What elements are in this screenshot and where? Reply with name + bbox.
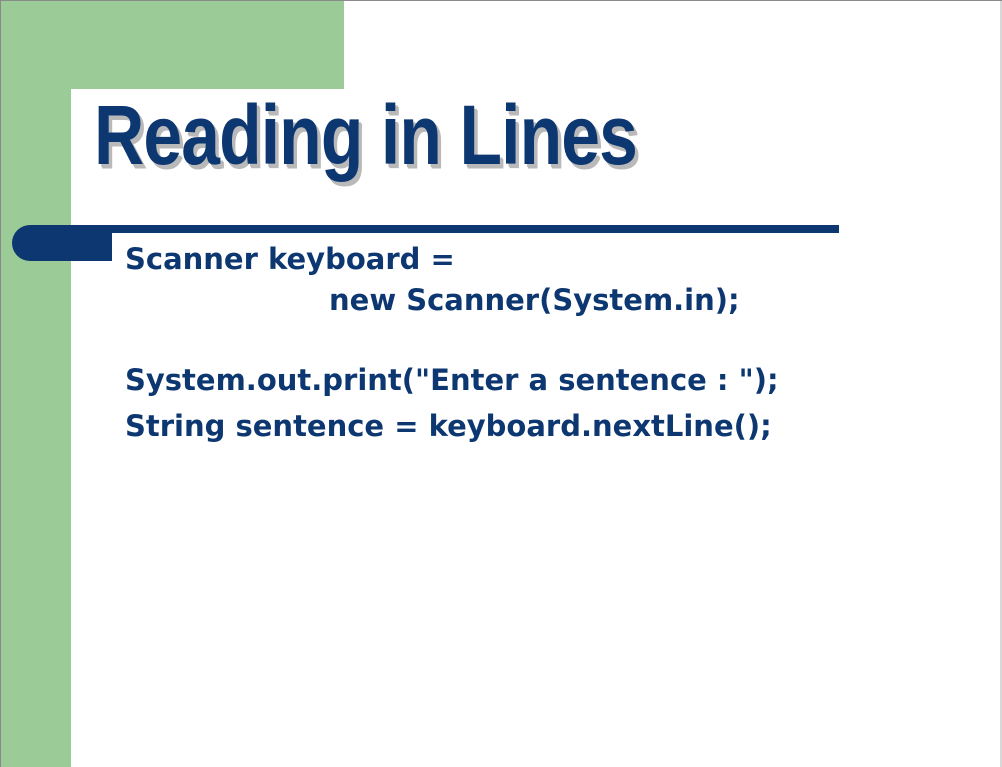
slide-title: Reading in Lines xyxy=(94,87,638,183)
code-line-4: String sentence = keyboard.nextLine(); xyxy=(125,409,772,443)
code-line-3: System.out.print("Enter a sentence : "); xyxy=(125,363,779,397)
code-line-2: new Scanner(System.in); xyxy=(329,283,740,317)
title-rule xyxy=(56,225,839,233)
code-line-1: Scanner keyboard = xyxy=(125,242,455,276)
slide: Reading in Lines Scanner keyboard = new … xyxy=(0,0,1002,767)
green-sidebar-column xyxy=(1,1,71,767)
